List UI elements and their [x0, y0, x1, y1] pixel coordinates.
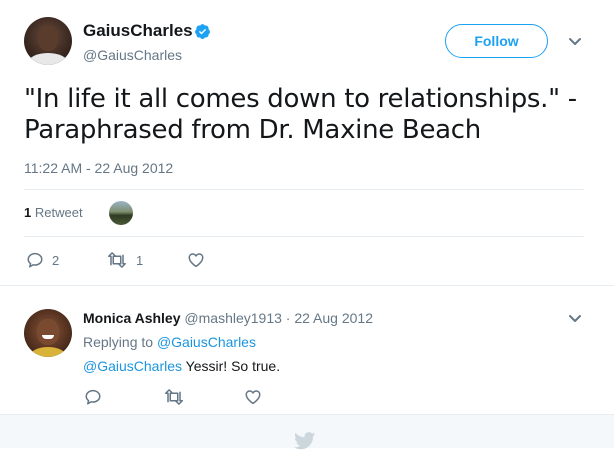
reply-like-action[interactable]	[244, 388, 262, 406]
chevron-down-icon[interactable]	[568, 314, 582, 324]
retweet-action-count: 1	[136, 252, 144, 268]
reply-count: 2	[52, 252, 60, 268]
reply-author-name[interactable]: Monica Ashley	[83, 310, 181, 326]
author-handle[interactable]: @GaiusCharles	[83, 47, 182, 63]
avatar-face	[38, 25, 58, 51]
thread-divider	[0, 285, 614, 286]
chevron-down-icon[interactable]	[568, 37, 582, 47]
replying-to: Replying to @GaiusCharles	[83, 334, 256, 350]
author-display-name[interactable]: GaiusCharles	[83, 21, 193, 41]
retweet-stat-label: Retweet	[34, 205, 83, 220]
retweet-stats[interactable]: 1 Retweet	[24, 205, 83, 220]
reply-reply-action[interactable]	[84, 388, 102, 406]
divider	[24, 236, 584, 237]
reply-body: Yessir! So true.	[185, 358, 281, 374]
reply-avatar-top	[30, 347, 66, 357]
reply-separator: ·	[285, 310, 291, 326]
divider	[24, 189, 584, 190]
reply-date[interactable]: 22 Aug 2012	[294, 310, 373, 326]
author-avatar[interactable]	[24, 17, 72, 65]
heart-icon	[188, 253, 204, 268]
avatar-shirt	[28, 53, 68, 65]
tweet-timestamp[interactable]: 11:22 AM - 22 Aug 2012	[24, 160, 173, 176]
reply-author-handle[interactable]: @mashley1913	[184, 310, 282, 326]
replying-to-link[interactable]: @GaiusCharles	[157, 334, 256, 350]
retweet-icon	[165, 389, 183, 405]
like-action[interactable]	[187, 251, 205, 269]
reply-text: @GaiusCharles Yessir! So true.	[83, 358, 280, 374]
reply-icon	[27, 252, 43, 268]
heart-icon	[245, 390, 261, 405]
retweet-action[interactable]: 1	[106, 251, 143, 269]
verified-badge-icon	[195, 24, 210, 39]
retweeter-avatar[interactable]	[109, 201, 133, 225]
replying-to-prefix: Replying to	[83, 334, 154, 350]
follow-button[interactable]: Follow	[445, 24, 548, 58]
reply-header: Monica Ashley @mashley1913 · 22 Aug 2012	[83, 310, 373, 326]
reply-icon	[85, 389, 101, 405]
tweet-text: "In life it all comes down to relationsh…	[24, 84, 577, 145]
reply-retweet-action[interactable]	[163, 388, 185, 406]
twitter-bird-icon[interactable]	[294, 432, 316, 450]
reply-mention-link[interactable]: @GaiusCharles	[83, 358, 182, 374]
reply-action[interactable]: 2	[26, 251, 59, 269]
reply-avatar[interactable]	[24, 309, 72, 357]
retweet-stat-count: 1	[24, 205, 32, 220]
retweet-icon	[108, 252, 126, 268]
reply-avatar-face	[37, 319, 59, 345]
